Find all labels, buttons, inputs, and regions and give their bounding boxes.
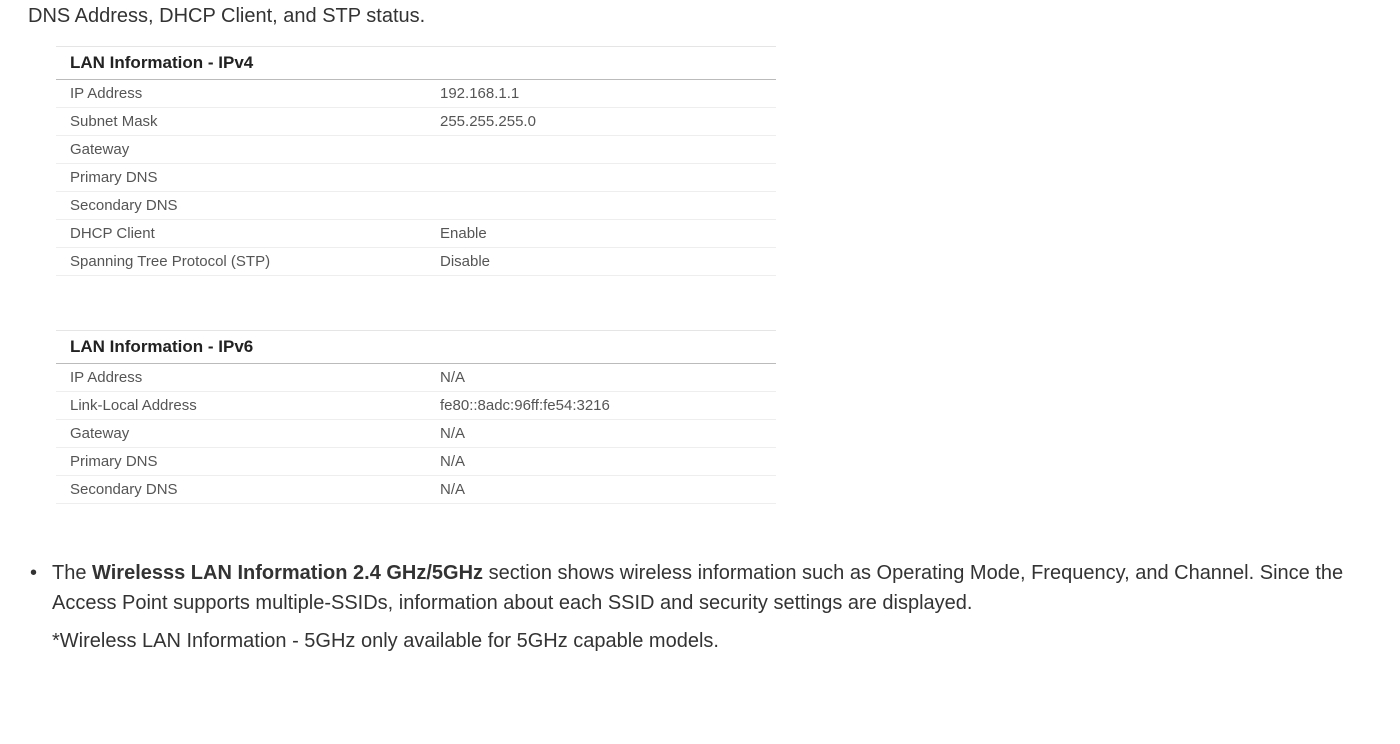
bullet-prefix: The (52, 562, 92, 584)
footnote: *Wireless LAN Information - 5GHz only av… (0, 626, 1400, 656)
table-row: Secondary DNS (56, 192, 776, 220)
table-row: Gateway (56, 136, 776, 164)
bullet-dot-icon: • (30, 558, 52, 588)
row-label: IP Address (70, 369, 440, 386)
row-label: Secondary DNS (70, 197, 440, 214)
row-value: N/A (440, 369, 465, 386)
row-value: 192.168.1.1 (440, 85, 519, 102)
row-value: N/A (440, 425, 465, 442)
row-label: IP Address (70, 85, 440, 102)
row-label: Gateway (70, 141, 440, 158)
row-label: Primary DNS (70, 169, 440, 186)
intro-text: DNS Address, DHCP Client, and STP status… (0, 0, 1400, 40)
row-value: fe80::8adc:96ff:fe54:3216 (440, 397, 610, 414)
row-label: Primary DNS (70, 453, 440, 470)
table-row: IP Address 192.168.1.1 (56, 80, 776, 108)
row-value: Enable (440, 225, 487, 242)
table-row: DHCP Client Enable (56, 220, 776, 248)
row-label: Link-Local Address (70, 397, 440, 414)
table-row: Subnet Mask 255.255.255.0 (56, 108, 776, 136)
row-label: Subnet Mask (70, 113, 440, 130)
bullet-text: The Wirelesss LAN Information 2.4 GHz/5G… (52, 558, 1388, 618)
table-row: Primary DNS (56, 164, 776, 192)
table-row: Spanning Tree Protocol (STP) Disable (56, 248, 776, 276)
table-row: IP Address N/A (56, 364, 776, 392)
row-label: Secondary DNS (70, 481, 440, 498)
table-row: Primary DNS N/A (56, 448, 776, 476)
lan-ipv6-title: LAN Information - IPv6 (56, 330, 776, 364)
row-label: DHCP Client (70, 225, 440, 242)
table-row: Link-Local Address fe80::8adc:96ff:fe54:… (56, 392, 776, 420)
lan-ipv4-title: LAN Information - IPv4 (56, 46, 776, 80)
row-label: Spanning Tree Protocol (STP) (70, 253, 440, 270)
row-value: 255.255.255.0 (440, 113, 536, 130)
table-row: Secondary DNS N/A (56, 476, 776, 504)
row-value: N/A (440, 453, 465, 470)
table-row: Gateway N/A (56, 420, 776, 448)
row-value: N/A (440, 481, 465, 498)
row-label: Gateway (70, 425, 440, 442)
bullet-item: • The Wirelesss LAN Information 2.4 GHz/… (30, 558, 1388, 618)
bullet-section: • The Wirelesss LAN Information 2.4 GHz/… (0, 558, 1400, 618)
lan-ipv4-panel: LAN Information - IPv4 IP Address 192.16… (56, 46, 776, 276)
bullet-bold: Wirelesss LAN Information 2.4 GHz/5GHz (92, 562, 483, 584)
lan-ipv6-panel: LAN Information - IPv6 IP Address N/A Li… (56, 330, 776, 504)
row-value: Disable (440, 253, 490, 270)
